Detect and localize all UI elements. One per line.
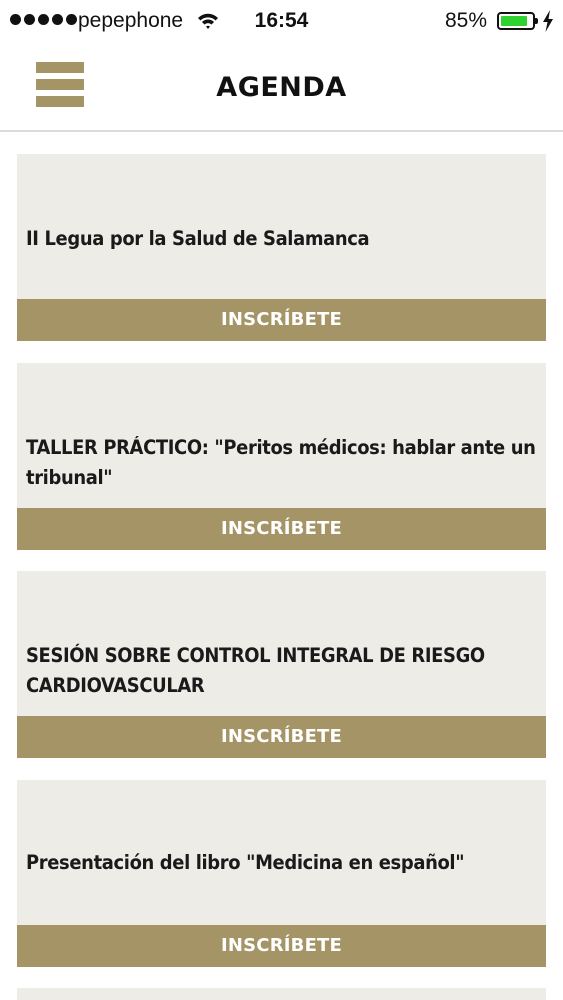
event-card-partial [17, 988, 546, 1000]
event-title: II Legua por la Salud de Salamanca [26, 227, 370, 250]
signup-button[interactable]: INSCRÍBETE [17, 716, 546, 758]
event-card: Presentación del libro "Medicina en espa… [17, 780, 546, 967]
app-header: AGENDA [0, 44, 563, 132]
event-title: Presentación del libro "Medicina en espa… [26, 851, 465, 874]
event-title: TALLER PRÁCTICO: "Peritos médicos: habla… [26, 436, 536, 489]
charging-bolt-icon [543, 10, 553, 32]
event-card: TALLER PRÁCTICO: "Peritos médicos: habla… [17, 363, 546, 550]
battery-fill [501, 16, 527, 26]
event-card: II Legua por la Salud de Salamanca INSCR… [17, 154, 546, 341]
status-bar: pepephone 16:54 85% [0, 0, 563, 44]
battery-icon [497, 12, 538, 30]
signup-button[interactable]: INSCRÍBETE [17, 299, 546, 341]
event-card: SESIÓN SOBRE CONTROL INTEGRAL DE RIESGO … [17, 571, 546, 758]
battery-percentage: 85% [445, 9, 488, 32]
event-title: SESIÓN SOBRE CONTROL INTEGRAL DE RIESGO … [26, 644, 485, 697]
signup-button[interactable]: INSCRÍBETE [17, 925, 546, 967]
page-title: AGENDA [216, 72, 347, 103]
signup-button[interactable]: INSCRÍBETE [17, 508, 546, 550]
